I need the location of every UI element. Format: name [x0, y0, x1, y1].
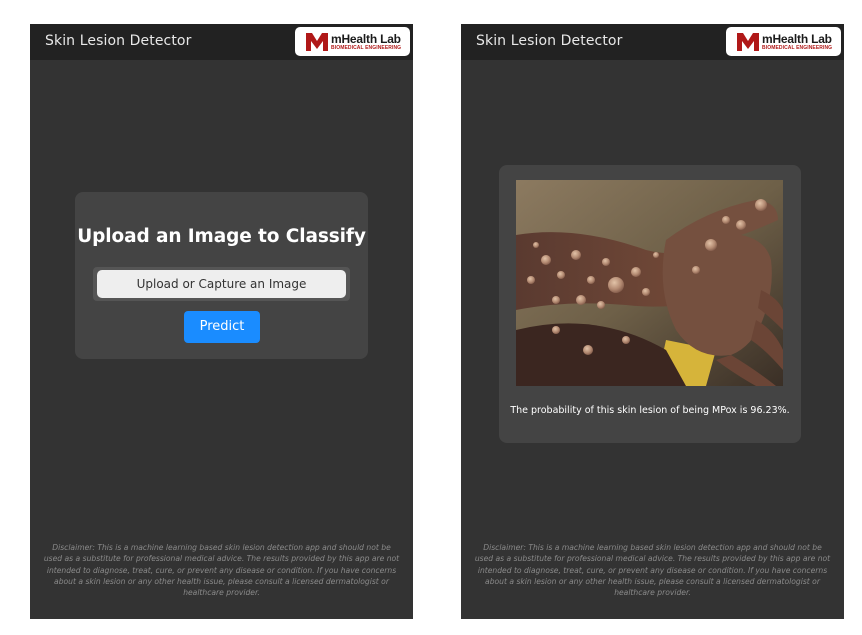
- upload-card: Upload an Image to Classify Upload or Ca…: [75, 192, 368, 359]
- app-bar: Skin Lesion Detector mHealth Lab BIOMEDI…: [30, 24, 413, 60]
- mhealth-lab-logo-icon: [305, 31, 329, 52]
- logo-name: mHealth Lab: [762, 31, 832, 46]
- logo-name: mHealth Lab: [331, 31, 401, 46]
- upload-image-button[interactable]: Upload or Capture an Image: [97, 270, 346, 298]
- result-card: The probability of this skin lesion of b…: [499, 165, 801, 443]
- upload-heading: Upload an Image to Classify: [77, 226, 366, 247]
- app-title: Skin Lesion Detector: [45, 33, 192, 49]
- app-title: Skin Lesion Detector: [476, 33, 623, 49]
- logo-subtitle: BIOMEDICAL ENGINEERING: [331, 44, 402, 51]
- upload-screen: Skin Lesion Detector mHealth Lab BIOMEDI…: [30, 24, 413, 619]
- prediction-result-text: The probability of this skin lesion of b…: [510, 405, 790, 416]
- predict-button[interactable]: Predict: [184, 311, 260, 343]
- app-bar: Skin Lesion Detector mHealth Lab BIOMEDI…: [461, 24, 844, 60]
- mhealth-lab-logo: mHealth Lab BIOMEDICAL ENGINEERING: [295, 27, 410, 56]
- disclaimer-text: Disclaimer: This is a machine learning b…: [43, 543, 400, 598]
- logo-subtitle: BIOMEDICAL ENGINEERING: [762, 44, 833, 51]
- mhealth-lab-logo: mHealth Lab BIOMEDICAL ENGINEERING: [726, 27, 841, 56]
- result-screen: Skin Lesion Detector mHealth Lab BIOMEDI…: [461, 24, 844, 619]
- upload-field: Upload or Capture an Image: [93, 267, 350, 301]
- mhealth-lab-logo-icon: [736, 31, 760, 52]
- skin-lesion-photo: [516, 180, 783, 386]
- disclaimer-text: Disclaimer: This is a machine learning b…: [474, 543, 831, 598]
- screenshot-stage: Skin Lesion Detector mHealth Lab BIOMEDI…: [0, 0, 862, 635]
